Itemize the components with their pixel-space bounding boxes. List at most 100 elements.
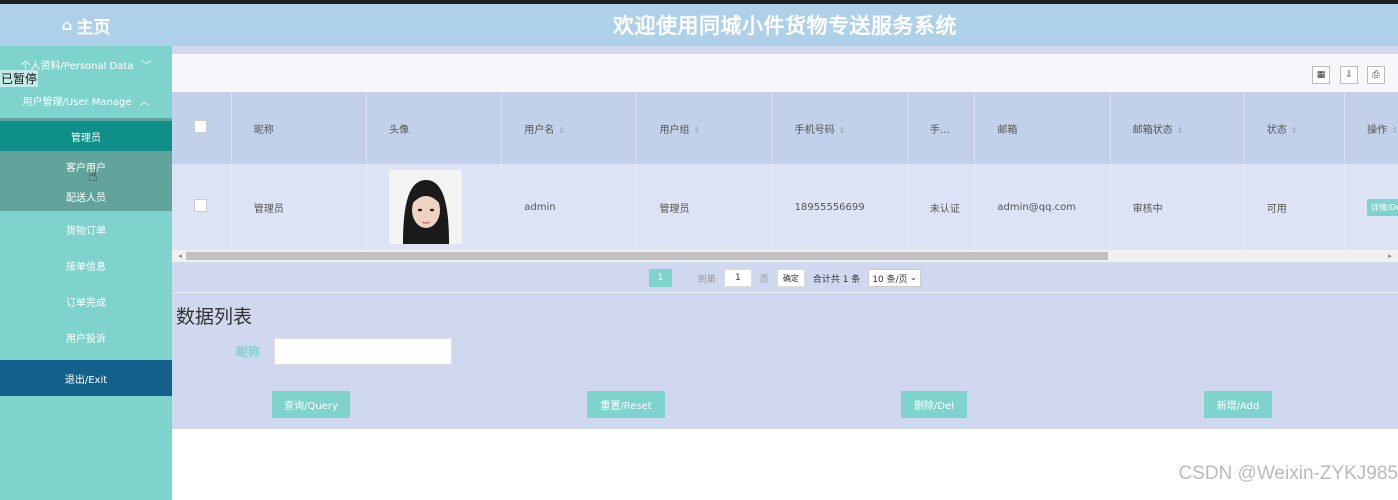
sidebar-item-courier[interactable]: 配送人员 bbox=[0, 181, 172, 211]
page-confirm-button[interactable]: 确定 bbox=[776, 269, 805, 287]
watermark: CSDN @Weixin-ZYKJ985 bbox=[1178, 463, 1398, 484]
sort-icon[interactable]: ⇕ bbox=[558, 126, 565, 135]
home-link[interactable]: ⌂ 主页 bbox=[0, 4, 172, 46]
row-select-cell bbox=[172, 164, 232, 250]
reset-button[interactable]: 重置/Reset bbox=[587, 391, 665, 418]
column-header: 手… bbox=[907, 92, 976, 164]
data-table: 昵称 头像 用户名 ⇕ 用户组 ⇕ 手机号码 ⇕ 手… 邮箱 邮箱状态 ⇕ 状态 ⇕ 操作… bbox=[172, 92, 1398, 262]
column-header[interactable]: 用户名 ⇕ bbox=[501, 92, 638, 164]
row-checkbox[interactable] bbox=[194, 199, 207, 212]
chevron-down-icon: ﹀ bbox=[141, 60, 152, 72]
cell-username: admin bbox=[501, 164, 638, 250]
page-size-select[interactable]: 10 条/页 ⌄ bbox=[868, 269, 922, 287]
pager-goto-label: 到第 bbox=[697, 274, 716, 285]
sidebar-item-accepted[interactable]: 接单信息 bbox=[0, 247, 172, 283]
cell-email-status: 审核中 bbox=[1110, 164, 1245, 250]
print-icon[interactable]: ⎙ bbox=[1367, 66, 1385, 84]
paused-overlay-text: 已暂停 bbox=[0, 70, 39, 87]
select-all-checkbox[interactable] bbox=[194, 120, 207, 133]
sidebar-item-complaints[interactable]: 用户投诉 bbox=[0, 319, 172, 355]
column-header-label: 昵称 bbox=[253, 124, 274, 136]
pager-total: 合计共 1 条 bbox=[812, 274, 861, 285]
cell-phone: 18955556699 bbox=[772, 164, 908, 250]
detail-button[interactable]: 详情/Detail bbox=[1367, 198, 1398, 216]
hand-cursor-icon: ☝ bbox=[88, 166, 98, 185]
avatar bbox=[389, 170, 463, 244]
pager-unit-label: 页 bbox=[759, 274, 769, 285]
delete-button[interactable]: 删除/Del bbox=[901, 391, 967, 418]
cell-actions: 详情/Detail bbox=[1344, 164, 1398, 250]
sort-icon[interactable]: ⇕ bbox=[1291, 126, 1298, 135]
column-header-label: 手… bbox=[929, 124, 950, 136]
cell-nickname: 管理员 bbox=[231, 164, 368, 250]
column-header-label: 头像 bbox=[389, 124, 410, 136]
horizontal-scrollbar[interactable]: ◂ ▸ bbox=[172, 250, 1398, 262]
column-header: 头像 bbox=[366, 92, 503, 164]
divider bbox=[172, 292, 1398, 293]
column-header-label: 状态 bbox=[1266, 124, 1287, 136]
sidebar-item-label: 客户用户 bbox=[66, 162, 106, 174]
avatar-photo bbox=[389, 170, 463, 244]
column-header-label: 用户名 bbox=[524, 124, 555, 136]
sidebar-item-exit[interactable]: 退出/Exit bbox=[0, 360, 172, 396]
sidebar-item-customer[interactable]: 客户用户 bbox=[0, 151, 172, 181]
cell-email: admin@qq.com bbox=[974, 164, 1111, 250]
table-row: 管理员 admin 管理员 18955556699 未认证 admin@qq.c… bbox=[172, 164, 1398, 250]
sidebar-item-admin[interactable]: 管理员 bbox=[0, 118, 172, 151]
sidebar-group-label: 用户管理/User Manage bbox=[22, 96, 132, 108]
table-toolbar: ▦ ⇩ ⎙ bbox=[172, 54, 1398, 92]
column-header-label: 操作 bbox=[1367, 124, 1388, 136]
header: ⌂ 主页 欢迎使用同城小件货物专送服务系统 bbox=[0, 4, 1398, 46]
sidebar-item-label: 接单信息 bbox=[66, 261, 106, 273]
pagination: 1 到第 1 页 确定 合计共 1 条 10 条/页 ⌄ bbox=[172, 264, 1398, 292]
sidebar-submenu: 客户用户 配送人员 bbox=[0, 151, 172, 211]
column-header-label: 邮箱 bbox=[997, 124, 1018, 136]
main-content: ▦ ⇩ ⎙ 昵称 头像 用户名 ⇕ 用户组 ⇕ 手机号码 ⇕ 手… 邮箱 邮箱状态 ⇕ … bbox=[172, 46, 1398, 429]
sidebar-item-orders[interactable]: 货物订单 bbox=[0, 211, 172, 247]
sort-icon[interactable]: ⇕ bbox=[1391, 126, 1398, 135]
column-header[interactable]: 用户组 ⇕ bbox=[636, 92, 773, 164]
sidebar-group-user[interactable]: 用户管理/User Manage ︿ bbox=[0, 82, 172, 118]
section-title: 数据列表 bbox=[176, 306, 253, 328]
cell-group: 管理员 bbox=[636, 164, 773, 250]
column-header-label: 用户组 bbox=[659, 124, 690, 136]
column-header[interactable]: 状态 ⇕ bbox=[1244, 92, 1346, 164]
scrollbar-thumb[interactable] bbox=[186, 252, 1108, 260]
page-current-button[interactable]: 1 bbox=[648, 269, 672, 287]
column-header-label: 手机号码 bbox=[794, 124, 835, 136]
query-button[interactable]: 查询/Query bbox=[272, 391, 350, 418]
add-button[interactable]: 新增/Add bbox=[1204, 391, 1272, 418]
sort-icon[interactable]: ⇕ bbox=[693, 126, 700, 135]
cell-avatar bbox=[366, 164, 503, 250]
column-header[interactable]: 手机号码 ⇕ bbox=[772, 92, 908, 164]
cell-status: 可用 bbox=[1244, 164, 1346, 250]
sidebar-item-label: 退出/Exit bbox=[64, 374, 108, 386]
table-header-row: 昵称 头像 用户名 ⇕ 用户组 ⇕ 手机号码 ⇕ 手… 邮箱 邮箱状态 ⇕ 状态 ⇕ 操作… bbox=[172, 92, 1398, 164]
column-header[interactable]: 邮箱状态 ⇕ bbox=[1110, 92, 1245, 164]
home-label: 主页 bbox=[76, 17, 111, 38]
home-icon: ⌂ bbox=[61, 16, 73, 34]
sidebar: 个人资料/Personal Data ﹀ 用户管理/User Manage ︿ … bbox=[0, 46, 172, 500]
cell-phone-status: 未认证 bbox=[907, 164, 976, 250]
page-size-value: 10 条/页 bbox=[872, 274, 908, 285]
search-label: 昵称 bbox=[236, 345, 261, 359]
nickname-search-input[interactable] bbox=[274, 338, 452, 365]
column-header: 昵称 bbox=[231, 92, 368, 164]
sort-icon[interactable]: ⇕ bbox=[1177, 126, 1184, 135]
column-header-label: 邮箱状态 bbox=[1132, 124, 1173, 136]
sidebar-item-label: 货物订单 bbox=[66, 225, 106, 237]
page-title: 欢迎使用同城小件货物专送服务系统 bbox=[613, 14, 957, 38]
column-header[interactable]: 操作 ⇕ bbox=[1344, 92, 1398, 164]
scroll-right-icon[interactable]: ▸ bbox=[1384, 250, 1396, 262]
column-header: 邮箱 bbox=[974, 92, 1111, 164]
scroll-left-icon[interactable]: ◂ bbox=[174, 250, 186, 262]
sidebar-item-completed[interactable]: 订单完成 bbox=[0, 283, 172, 319]
sidebar-item-label: 订单完成 bbox=[66, 297, 106, 309]
columns-icon[interactable]: ▦ bbox=[1312, 66, 1330, 84]
sort-icon[interactable]: ⇕ bbox=[839, 126, 846, 135]
page-number-input[interactable]: 1 bbox=[723, 269, 752, 287]
export-icon[interactable]: ⇩ bbox=[1340, 66, 1358, 84]
sidebar-item-label: 配送人员 bbox=[66, 192, 106, 204]
chevron-down-icon: ⌄ bbox=[909, 273, 918, 283]
chevron-up-icon: ︿ bbox=[139, 96, 150, 108]
